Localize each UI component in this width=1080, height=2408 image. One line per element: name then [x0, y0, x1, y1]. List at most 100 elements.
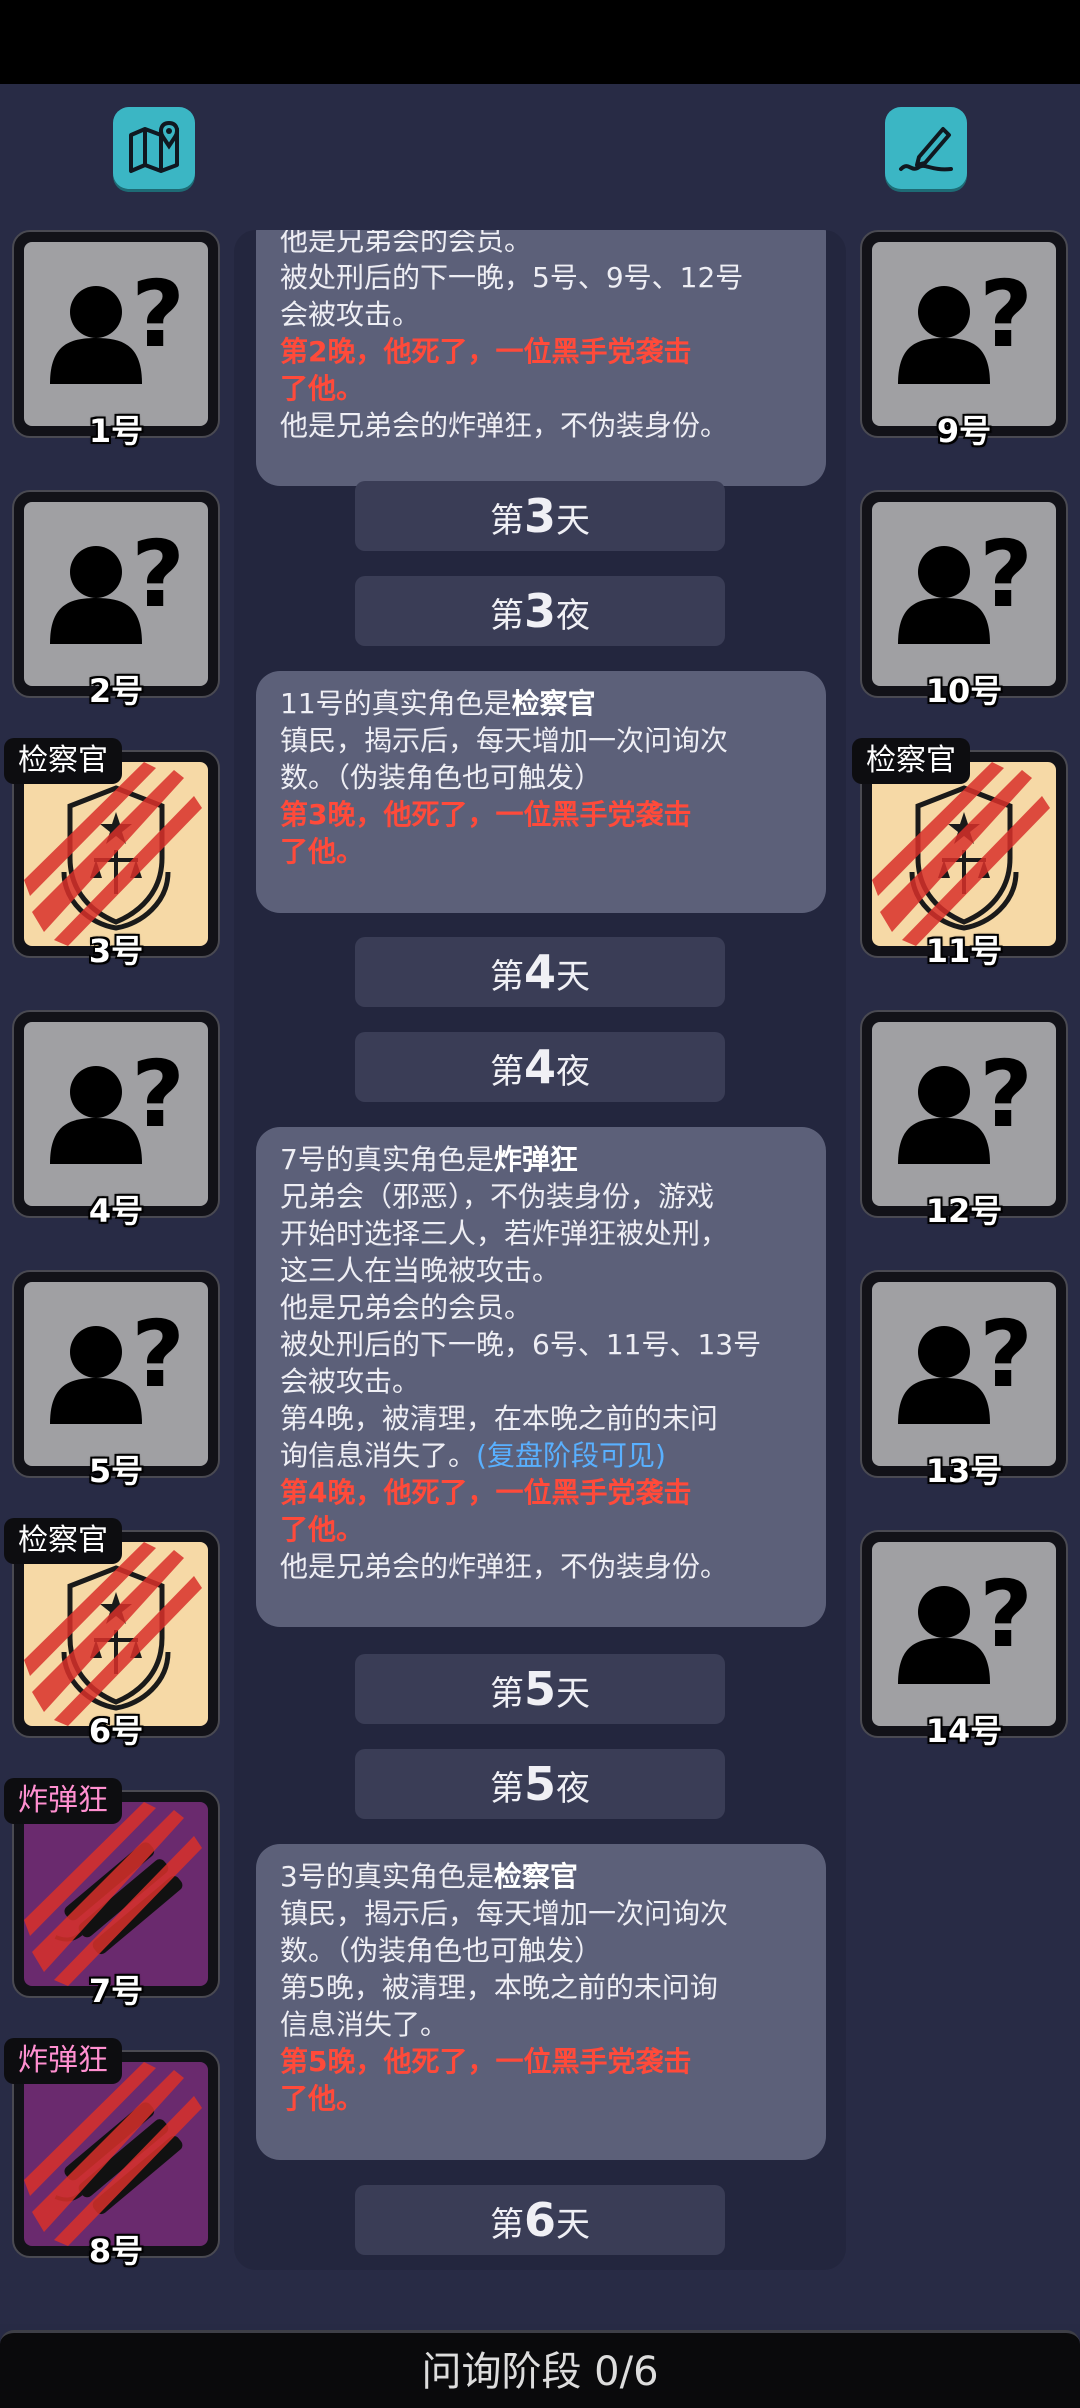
- player-number: 12号: [925, 1192, 1003, 1230]
- card-portrait: ?: [872, 502, 1056, 686]
- map-pin-icon: [129, 120, 179, 173]
- unknown-person-icon: ?: [898, 1301, 1033, 1424]
- player-card-2[interactable]: ? 2号: [12, 490, 220, 710]
- death-text: 第4晚，他死了，一位黑手党袭击: [280, 1476, 692, 1509]
- log-text: 第5晚，被清理，本晚之前的未问询: [280, 1971, 718, 2004]
- log-entry: 7号的真实角色是炸弹狂 兄弟会（邪恶），不伪装身份，游戏 开始时选择三人，若炸弹…: [256, 1127, 826, 1627]
- unknown-person-icon: ?: [898, 261, 1033, 384]
- card-portrait: ?: [872, 1022, 1056, 1206]
- role-badge: 炸弹狂: [4, 2038, 122, 2084]
- death-text: 第5晚，他死了，一位黑手党袭击: [280, 2045, 692, 2078]
- claw-scratch-icon: [24, 2062, 202, 2246]
- map-button[interactable]: [113, 107, 195, 189]
- player-card-9[interactable]: ? 9号: [860, 230, 1068, 450]
- log-text: 会被攻击。: [280, 298, 421, 331]
- svg-text:?: ?: [979, 1301, 1032, 1408]
- notes-button[interactable]: [885, 107, 967, 189]
- phase-bar[interactable]: 问询阶段 0/6: [0, 2330, 1080, 2408]
- marker-suffix: 天: [556, 1674, 590, 1714]
- card-portrait: ?: [872, 242, 1056, 426]
- death-text: 第3晚，他死了，一位黑手党袭击: [280, 798, 692, 831]
- log-text-row: 询信息消失了。(复盘阶段可见): [280, 1439, 666, 1472]
- player-number: 1号: [88, 412, 144, 450]
- day-marker: 第3天: [355, 481, 725, 551]
- role-badge: 检察官: [4, 738, 122, 784]
- log-text: 第4晚，被清理，在本晚之前的未问: [280, 1402, 718, 1435]
- log-heading: 3号的真实角色是检察官: [280, 1860, 578, 1893]
- log-text: 镇民，揭示后，每天增加一次问询次: [280, 1897, 729, 1930]
- day-marker: 第6天: [355, 2185, 725, 2255]
- svg-text:?: ?: [979, 521, 1032, 628]
- marker-suffix: 夜: [556, 1052, 590, 1092]
- unknown-person-icon: ?: [898, 1041, 1033, 1164]
- player-card-5[interactable]: ? 5号: [12, 1270, 220, 1490]
- card-portrait: [24, 1542, 208, 1726]
- player-number: 4号: [88, 1192, 144, 1230]
- log-text: 开始时选择三人，若炸弹狂被处刑，: [280, 1217, 729, 1250]
- player-card-3[interactable]: 检察官 3号: [4, 738, 220, 970]
- player-card-1[interactable]: ? 1号: [12, 230, 220, 450]
- marker-prefix: 第: [489, 1052, 524, 1092]
- marker-number: 6: [523, 2193, 556, 2247]
- card-portrait: ?: [24, 502, 208, 686]
- player-number: 2号: [88, 672, 144, 710]
- svg-text:?: ?: [131, 1041, 184, 1148]
- svg-text:?: ?: [131, 521, 184, 628]
- player-number: 5号: [88, 1452, 144, 1490]
- marker-number: 5: [523, 1662, 556, 1716]
- marker-suffix: 天: [556, 501, 590, 541]
- player-card-6[interactable]: 检察官 6号: [4, 1518, 220, 1750]
- log-text: 被处刑后的下一晚，5号、9号、12号: [280, 261, 744, 294]
- log-text: 他是兄弟会的炸弹狂，不伪装身份。: [280, 409, 729, 442]
- unknown-person-icon: ?: [898, 1561, 1033, 1684]
- review-hint-link[interactable]: (复盘阶段可见): [476, 1439, 666, 1472]
- card-portrait: [24, 762, 208, 946]
- marker-prefix: 第: [489, 501, 524, 541]
- card-portrait: ?: [24, 1282, 208, 1466]
- role-badge: 炸弹狂: [4, 1778, 122, 1824]
- game-log[interactable]: 他是兄弟会的会员。 被处刑后的下一晚，5号、9号、12号 会被攻击。 第2晚，他…: [234, 230, 846, 2270]
- marker-number: 4: [523, 945, 556, 999]
- log-text: 这三人在当晚被攻击。: [280, 1254, 561, 1287]
- role-name: 检察官: [511, 687, 596, 720]
- unknown-person-icon: ?: [50, 1041, 185, 1164]
- log-heading: 11号的真实角色是检察官: [280, 687, 596, 720]
- marker-suffix: 夜: [556, 596, 590, 636]
- player-card-12[interactable]: ? 12号: [860, 1010, 1068, 1230]
- log-text: 他是兄弟会的会员。: [280, 1291, 533, 1324]
- claw-scratch-icon: [24, 1542, 202, 1726]
- night-marker: 第3夜: [355, 576, 725, 646]
- player-card-14[interactable]: ? 14号: [860, 1530, 1068, 1750]
- marker-suffix: 夜: [556, 1769, 590, 1809]
- marker-prefix: 第: [489, 1769, 524, 1809]
- player-card-11[interactable]: 检察官 11号: [852, 738, 1068, 970]
- player-number: 6号: [88, 1712, 144, 1750]
- player-card-4[interactable]: ? 4号: [12, 1010, 220, 1230]
- player-card-8[interactable]: 炸弹狂 8号: [4, 2038, 220, 2270]
- death-text: 了他。: [280, 2082, 365, 2115]
- log-text: 他是兄弟会的会员。: [280, 230, 533, 257]
- log-text: 他是兄弟会的炸弹狂，不伪装身份。: [280, 1550, 729, 1583]
- card-portrait: ?: [872, 1282, 1056, 1466]
- player-card-13[interactable]: ? 13号: [860, 1270, 1068, 1490]
- claw-scratch-icon: [872, 762, 1050, 946]
- claw-scratch-icon: [24, 1802, 202, 1986]
- card-portrait: ?: [872, 1542, 1056, 1726]
- role-name: 炸弹狂: [493, 1143, 578, 1176]
- role-badge: 检察官: [852, 738, 970, 784]
- marker-number: 3: [523, 584, 556, 638]
- player-card-10[interactable]: ? 10号: [860, 490, 1068, 710]
- log-text: 数。（伪装角色也可触发）: [280, 761, 603, 794]
- day-marker: 第5天: [355, 1654, 725, 1724]
- unknown-person-icon: ?: [50, 261, 185, 384]
- player-card-7[interactable]: 炸弹狂 7号: [4, 1778, 220, 2010]
- marker-number: 5: [523, 1757, 556, 1811]
- night-marker: 第5夜: [355, 1749, 725, 1819]
- death-text: 了他。: [280, 372, 365, 405]
- svg-text:?: ?: [979, 1561, 1032, 1668]
- card-portrait: [24, 1802, 208, 1986]
- log-entry: 11号的真实角色是检察官 镇民，揭示后，每天增加一次问询次 数。（伪装角色也可触…: [256, 671, 826, 913]
- marker-prefix: 第: [489, 957, 524, 997]
- card-portrait: ?: [24, 242, 208, 426]
- svg-text:?: ?: [979, 1041, 1032, 1148]
